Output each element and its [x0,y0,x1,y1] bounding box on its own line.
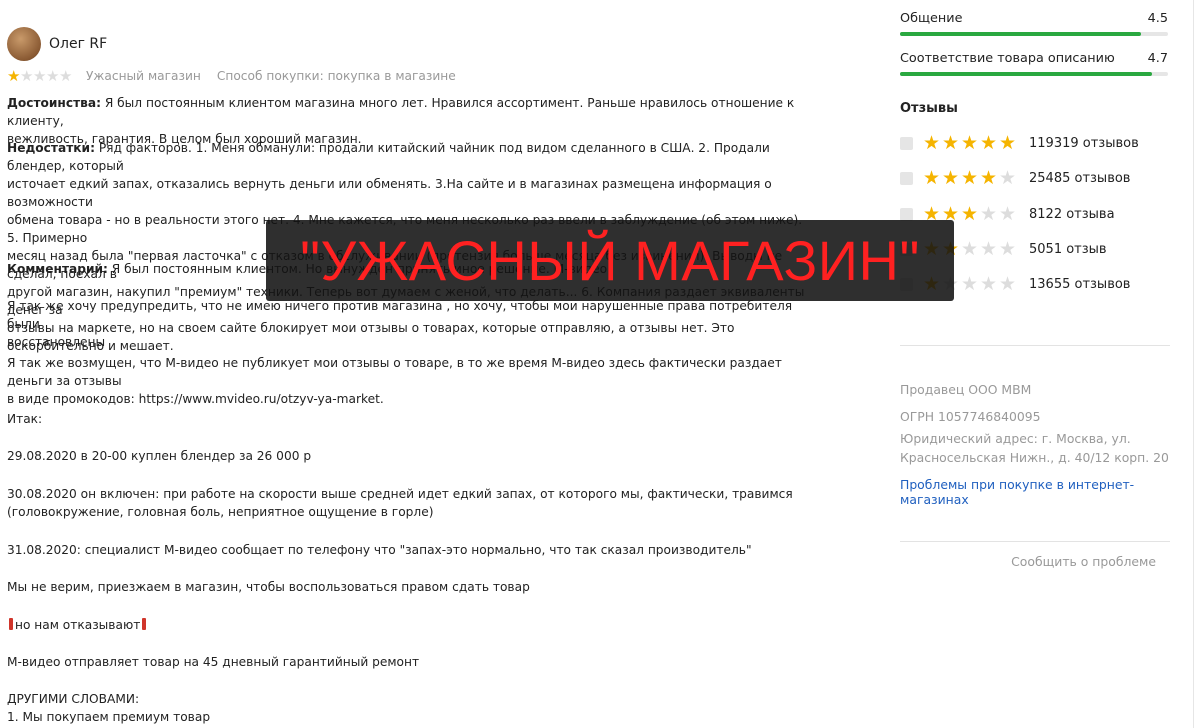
star-icon: ★ [942,167,960,189]
address-line-1: Юридический адрес: г. Москва, ул. [900,431,1131,446]
criterion-bar [900,72,1168,76]
rating-filter-4[interactable]: ★ ★ ★ ★ ★ 25485 отзывов [900,168,1130,188]
rating-count: 25485 отзывов [1029,170,1131,186]
star-icon: ★ [923,167,941,189]
comment-paragraph-3: Итак: [7,412,43,426]
star-icon: ★ [46,67,60,85]
comment-paragraph-4: 29.08.2020 в 20-00 куплен блендер за 26 … [7,449,312,463]
report-problem-link[interactable]: Сообщить о проблеме [1011,554,1156,569]
comment-paragraph-1: Я так же хочу предупредить, что не имею … [7,297,807,351]
avatar[interactable] [7,27,41,61]
star-icon: ★ [980,203,998,225]
rating-count: 8122 отзыва [1029,206,1115,222]
star-icon: ★ [999,132,1017,154]
comment-paragraph-11: 1. Мы покупаем премиум товар [7,710,211,724]
star-icon: ★ [7,67,21,85]
review-author: Олег RF [7,27,107,61]
star-icon: ★ [980,238,998,260]
comment-paragraph-7: Мы не верим, приезжаем в магазин, чтобы … [7,580,530,594]
filter-checkbox[interactable] [900,207,913,221]
rating-count: 5051 отзыв [1029,241,1107,257]
divider [900,541,1170,542]
p5-line-1: 30.08.2020 он включен: при работе на ско… [7,487,793,501]
star-icon: ★ [961,132,979,154]
comment-paragraph-10: ДРУГИМИ СЛОВАМИ: [7,692,140,706]
cons-text-2: источает едкий запах, отказались вернуть… [7,177,772,209]
star-icon: ★ [59,67,73,85]
rating-count: 119319 отзывов [1029,135,1139,151]
reviews-title: Отзывы [900,101,958,116]
criterion-communication: Общение 4.5 [900,11,1168,36]
rating-filter-5[interactable]: ★ ★ ★ ★ ★ 119319 отзывов [900,133,1139,153]
star-icon: ★ [942,132,960,154]
star-icon: ★ [980,167,998,189]
filter-checkbox[interactable] [900,171,913,185]
comment-paragraph-5: 30.08.2020 он включен: при работе на ско… [7,485,807,521]
author-name[interactable]: Олег RF [49,36,107,52]
rating-count: 13655 отзывов [1029,276,1131,292]
star-icon: ★ [961,167,979,189]
seller-ogrn: ОГРН 1057746840095 [900,409,1041,424]
p1-line-1: Я так же хочу предупредить, что не имею … [7,299,793,331]
star-icon: ★ [999,167,1017,189]
comment-label: Комментарий: [7,262,108,276]
review-meta: ★ ★ ★ ★ ★ Ужасный магазин Способ покупки: по… [7,68,456,84]
address-line-2: Красносельская Нижн., д. 40/12 корп. 20 [900,450,1169,465]
overlay-banner: "УЖАСНЫЙ МАГАЗИН" [266,220,954,301]
star-icon: ★ [961,203,979,225]
p2-line-2: в виде промокодов: https://www.mvideo.ru… [7,392,384,406]
criterion-bar-fill [900,32,1142,36]
divider [900,345,1170,346]
star-icon: ★ [961,238,979,260]
p5-line-2: (головокружение, головная боль, неприятн… [7,505,434,519]
criterion-bar [900,32,1168,36]
exclamation-icon [9,618,13,630]
criterion-label: Общение [900,11,963,26]
purchase-problems-link[interactable]: Проблемы при покупке в интернет-магазина… [900,477,1140,507]
comment-paragraph-8: но нам отказывают [7,616,807,634]
comment-paragraph-9: М-видео отправляет товар на 45 дневный г… [7,655,420,669]
cons-text-1: Ряд факторов. 1. Меня обманули: продали … [7,141,770,173]
purchase-method: Способ покупки: покупка в магазине [216,69,456,83]
criterion-description-match: Соответствие товара описанию 4.7 [900,51,1168,76]
star-icon: ★ [999,203,1017,225]
review-verdict: Ужасный магазин [86,69,201,83]
star-icon: ★ [20,67,34,85]
p8-text: но нам отказывают [15,618,141,632]
star-icon: ★ [33,67,47,85]
criterion-value: 4.7 [1147,51,1168,66]
criterion-label: Соответствие товара описанию [900,51,1115,66]
review-rating-stars: ★ ★ ★ ★ ★ [7,68,72,84]
p1-line-2: восстановлены [7,335,106,349]
star-icon: ★ [961,273,979,295]
star-icon: ★ [923,132,941,154]
rating-stars: ★★★★★ [923,168,1019,188]
star-icon: ★ [980,132,998,154]
comment-paragraph-2: Я так же возмущен, что М-видео не публик… [7,354,807,408]
seller-name: Продавец ООО МВМ [900,382,1032,397]
p2-line-1: Я так же возмущен, что М-видео не публик… [7,356,782,388]
filter-checkbox[interactable] [900,136,913,150]
criterion-bar-fill [900,72,1152,76]
star-icon: ★ [999,238,1017,260]
criterion-value: 4.5 [1147,11,1168,26]
comment-paragraph-6: 31.08.2020: специалист М-видео сообщает … [7,543,752,557]
star-icon: ★ [999,273,1017,295]
cons-label: Недостатки: [7,141,95,155]
star-icon: ★ [980,273,998,295]
rating-stars: ★★★★★ [923,133,1019,153]
pros-label: Достоинства: [7,96,101,110]
pros-text-1: Я был постоянным клиентом магазина много… [7,96,795,128]
seller-address: Юридический адрес: г. Москва, ул. Красно… [900,429,1169,467]
exclamation-icon [142,618,147,630]
banner-text: "УЖАСНЫЙ МАГАЗИН" [300,228,920,292]
